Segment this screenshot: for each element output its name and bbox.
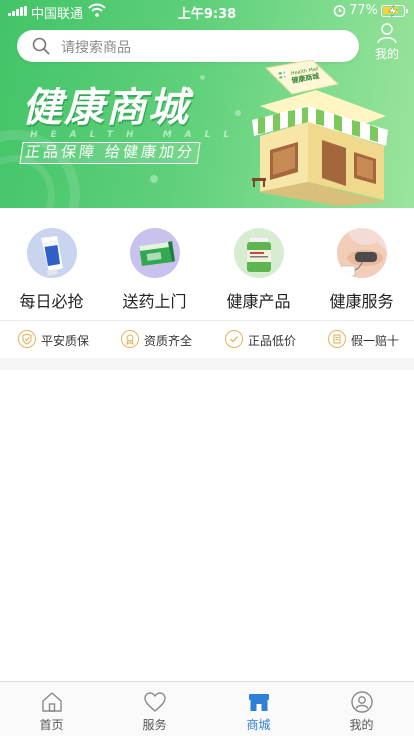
user-icon <box>377 23 397 44</box>
category-health-products[interactable]: 健康产品 <box>207 222 310 312</box>
search-bar[interactable]: 请搜索商品 <box>17 30 359 62</box>
shop-icon <box>248 694 269 711</box>
banner-subtitle: HEALTH MALL <box>30 130 243 140</box>
banner-decoration <box>200 75 205 80</box>
document-icon <box>328 330 346 348</box>
search-input[interactable]: 请搜索商品 <box>61 37 131 57</box>
banner-title: 健康商城 <box>22 85 190 131</box>
guarantee-row: 平安质保 资质齐全 正品低价 假一赔十 <box>0 324 414 356</box>
supplement-bottle-icon <box>233 228 284 278</box>
tab-label: 服务 <box>142 718 167 732</box>
shop-illustration: Health Mall 健康商城 <box>252 60 388 206</box>
alarm-icon <box>333 5 346 17</box>
section-separator <box>0 358 414 370</box>
my-account-button[interactable]: 我的 <box>371 22 403 64</box>
guarantee-label: 正品低价 <box>248 334 297 348</box>
tab-bar: 首页 服务 商城 我的 <box>0 681 414 736</box>
tab-services[interactable]: 服务 <box>103 682 206 736</box>
guarantee-label: 资质齐全 <box>144 334 193 348</box>
banner-decoration <box>235 110 241 116</box>
guarantee-label: 平安质保 <box>41 334 90 348</box>
heart-icon <box>143 692 166 712</box>
shop-sign: Health Mall 健康商城 <box>264 60 340 95</box>
category-health-services[interactable]: 健康服务 <box>310 222 413 312</box>
check-icon <box>225 330 243 348</box>
medicine-box-icon <box>129 228 180 278</box>
user-icon <box>350 691 373 713</box>
blood-pressure-icon <box>336 228 387 278</box>
tab-label: 首页 <box>39 718 64 732</box>
shield-icon <box>18 330 36 348</box>
category-label: 健康产品 <box>226 292 291 311</box>
battery-percent: 77% <box>349 3 378 18</box>
charging-bolt-icon <box>388 5 398 17</box>
tab-label: 我的 <box>349 718 374 732</box>
category-row: 每日必抢 送药上门 健康产品 健康服务 <box>0 222 414 312</box>
banner-decoration <box>150 175 158 183</box>
tab-home[interactable]: 首页 <box>0 682 103 736</box>
guarantee-label: 假一赔十 <box>351 334 400 348</box>
category-label: 健康服务 <box>329 292 394 311</box>
home-icon <box>41 692 62 712</box>
category-medicine-delivery[interactable]: 送药上门 <box>103 222 206 312</box>
status-bar: 中国联通 上午9:38 77% <box>0 0 414 22</box>
tab-label: 商城 <box>246 718 271 732</box>
category-daily-deals[interactable]: 每日必抢 <box>0 222 103 312</box>
search-icon <box>32 37 50 55</box>
tab-me[interactable]: 我的 <box>310 682 413 736</box>
category-label: 送药上门 <box>122 292 187 311</box>
banner[interactable]: 中国联通 上午9:38 77% 请搜索商品 我的 健康商城 HEALTH MAL… <box>0 0 414 208</box>
banner-slogan: 正品保障 给健康加分 <box>19 142 201 164</box>
tube-product-icon <box>26 228 77 278</box>
certificate-icon <box>121 330 139 348</box>
category-label: 每日必抢 <box>19 292 84 311</box>
tab-mall[interactable]: 商城 <box>207 682 310 736</box>
divider <box>0 320 414 321</box>
